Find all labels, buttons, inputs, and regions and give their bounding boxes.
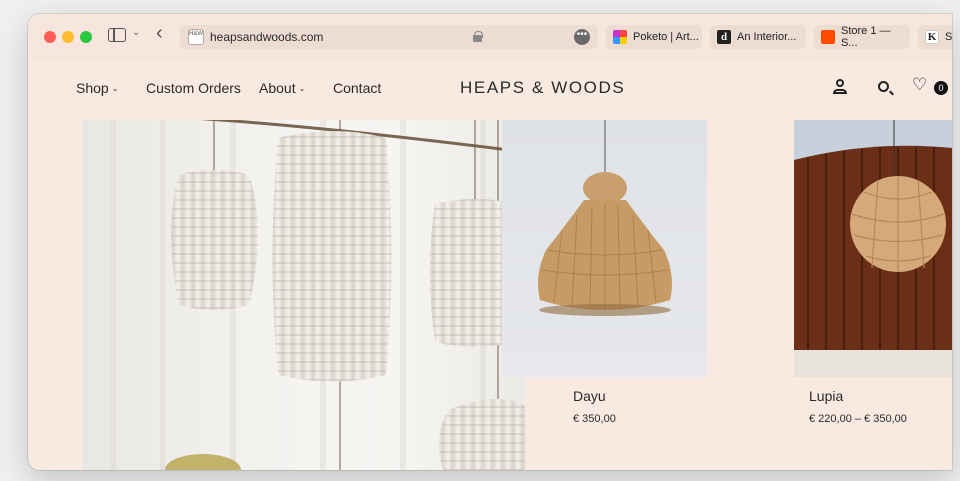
site-favicon: H&W bbox=[188, 29, 204, 45]
back-arrow-icon[interactable]: ‹ bbox=[156, 23, 163, 43]
sidebar-toggle-icon[interactable] bbox=[108, 28, 126, 42]
browser-window: ⌄ ‹ H&W heapsandwoods.com ••• Poketo | A… bbox=[28, 14, 952, 470]
product-name-lupia[interactable]: Lupia bbox=[809, 388, 843, 404]
nav-about[interactable]: About ⌄ bbox=[259, 80, 305, 96]
tab-label: Sl bbox=[945, 31, 952, 43]
poketo-favicon bbox=[613, 30, 627, 44]
product-image-lupia[interactable] bbox=[794, 120, 952, 377]
site-logo[interactable]: HEAPS & WOODS bbox=[460, 78, 625, 98]
hanging-lanterns-illustration bbox=[110, 120, 525, 470]
address-bar[interactable]: H&W heapsandwoods.com ••• bbox=[180, 25, 598, 49]
nav-label: Shop bbox=[76, 80, 109, 96]
k-favicon: K bbox=[925, 30, 939, 44]
nav-contact[interactable]: Contact bbox=[333, 80, 381, 96]
search-icon[interactable] bbox=[878, 81, 889, 92]
tab-store[interactable]: Store 1 — S... bbox=[814, 25, 910, 49]
lock-icon bbox=[473, 31, 483, 42]
page-menu-button[interactable]: ••• bbox=[574, 29, 590, 45]
nav-label: About bbox=[259, 80, 296, 96]
zoom-window-button[interactable] bbox=[80, 31, 92, 43]
chevron-down-icon[interactable]: ⌄ bbox=[132, 27, 140, 38]
d-favicon: d bbox=[717, 30, 731, 44]
product-price-dayu: € 350,00 bbox=[573, 413, 616, 425]
product-price-lupia: € 220,00 – € 350,00 bbox=[809, 413, 907, 425]
heart-icon[interactable]: ♡ bbox=[912, 76, 927, 93]
store-favicon bbox=[821, 30, 835, 44]
tab-poketo[interactable]: Poketo | Art... bbox=[606, 25, 702, 49]
account-icon[interactable] bbox=[833, 79, 847, 95]
hero-lanterns-image[interactable] bbox=[83, 120, 525, 470]
tab-label: An Interior... bbox=[737, 31, 797, 43]
nav-shop[interactable]: Shop ⌄ bbox=[76, 80, 118, 96]
url-text[interactable]: heapsandwoods.com bbox=[210, 30, 323, 44]
dayu-lamp-illustration bbox=[538, 120, 672, 316]
tab-k[interactable]: K Sl bbox=[918, 25, 952, 49]
chevron-down-icon: ⌄ bbox=[111, 84, 119, 93]
product-image-dayu[interactable] bbox=[502, 120, 707, 377]
tab-label: Store 1 — S... bbox=[841, 25, 891, 49]
minimize-window-button[interactable] bbox=[62, 31, 74, 43]
tab-interior[interactable]: d An Interior... bbox=[710, 25, 806, 49]
close-window-button[interactable] bbox=[44, 31, 56, 43]
lupia-lamp-illustration bbox=[794, 120, 952, 377]
chevron-down-icon: ⌄ bbox=[298, 84, 306, 93]
tab-label: Poketo | Art... bbox=[633, 31, 699, 43]
browser-toolbar: ⌄ ‹ H&W heapsandwoods.com ••• Poketo | A… bbox=[28, 14, 952, 60]
wishlist-count-badge: 0 bbox=[934, 81, 948, 95]
product-name-dayu[interactable]: Dayu bbox=[573, 388, 606, 404]
nav-custom-orders[interactable]: Custom Orders bbox=[146, 80, 241, 96]
